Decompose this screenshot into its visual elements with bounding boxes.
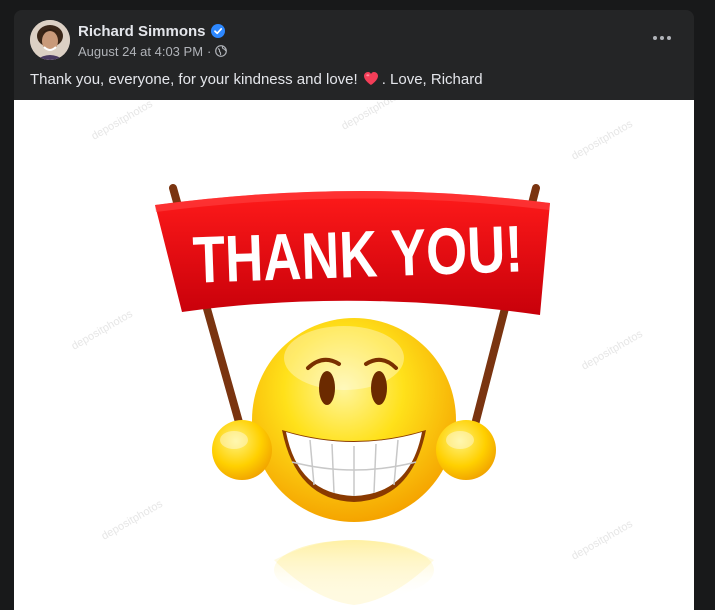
svg-text:depositphotos: depositphotos xyxy=(570,518,636,563)
post-text-signoff: . Love, Richard xyxy=(381,71,483,88)
meta-separator: · xyxy=(207,43,212,59)
svg-text:depositphotos: depositphotos xyxy=(90,100,156,143)
post-text-main: Thank you, everyone, for your kindness a… xyxy=(30,71,358,88)
post-card: Richard Simmons August 24 at 4:03 PM · T… xyxy=(14,10,694,610)
svg-text:depositphotos: depositphotos xyxy=(570,118,636,163)
post-text: Thank you, everyone, for your kindness a… xyxy=(30,70,670,90)
author-line: Richard Simmons xyxy=(78,22,225,40)
verified-badge-icon xyxy=(210,24,225,38)
svg-text:depositphotos: depositphotos xyxy=(100,498,166,543)
svg-text:depositphotos: depositphotos xyxy=(70,308,136,353)
svg-text:depositphotos: depositphotos xyxy=(340,100,406,133)
right-hand xyxy=(436,420,496,480)
post-meta: August 24 at 4:03 PM · xyxy=(78,43,228,59)
post-header: Richard Simmons August 24 at 4:03 PM · xyxy=(14,10,694,68)
more-options-icon xyxy=(653,36,671,40)
author-avatar[interactable] xyxy=(30,20,70,60)
svg-text:depositphotos: depositphotos xyxy=(580,328,646,373)
banner-text: THANK YOU! xyxy=(192,211,524,296)
post-timestamp[interactable]: August 24 at 4:03 PM xyxy=(78,44,203,59)
avatar-image xyxy=(30,20,70,60)
globe-icon[interactable] xyxy=(215,45,228,57)
left-hand xyxy=(212,420,272,480)
page: Richard Simmons August 24 at 4:03 PM · T… xyxy=(0,0,715,610)
thank-you-smiley-image: depositphotos depositphotos depositphoto… xyxy=(70,100,646,605)
red-heart-icon xyxy=(363,71,379,86)
more-options-button[interactable] xyxy=(648,28,676,48)
post-image[interactable]: depositphotos depositphotos depositphoto… xyxy=(14,100,694,610)
author-name[interactable]: Richard Simmons xyxy=(78,23,206,40)
